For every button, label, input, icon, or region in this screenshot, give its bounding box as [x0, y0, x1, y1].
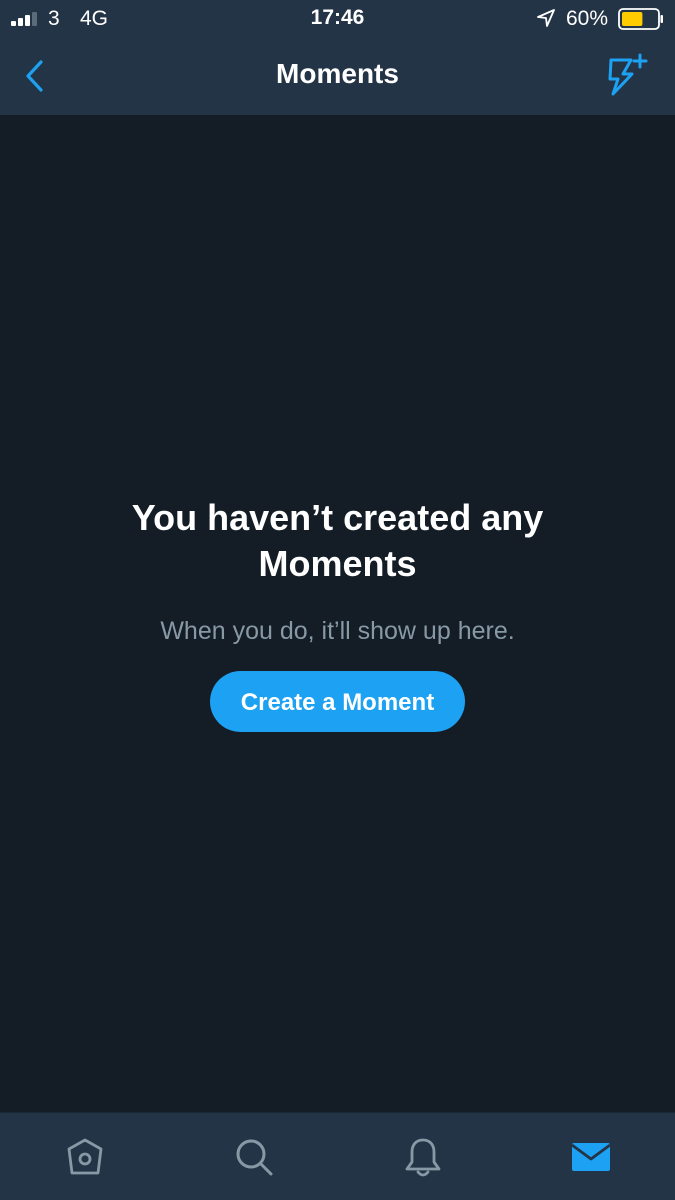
home-icon — [67, 1138, 103, 1175]
tab-messages[interactable] — [569, 1135, 613, 1179]
status-bar: 3 4G 17:46 60% — [0, 0, 675, 38]
messages-icon — [571, 1143, 611, 1171]
tab-bar — [0, 1112, 675, 1200]
empty-state-title: You haven’t created any Moments — [131, 497, 544, 584]
chevron-left-icon — [26, 60, 43, 92]
battery-icon — [618, 8, 663, 30]
page-title: Moments — [276, 58, 399, 89]
create-moment-button[interactable]: Create a Moment — [210, 671, 465, 732]
back-button[interactable] — [16, 56, 56, 96]
header: 3 4G 17:46 60% Moments — [0, 0, 675, 115]
navigation-bar: Moments — [0, 38, 675, 115]
empty-state-subtitle: When you do, it’ll show up here. — [160, 617, 515, 645]
lightning-plus-icon — [608, 53, 648, 96]
new-moment-button[interactable] — [600, 50, 652, 102]
tab-notifications[interactable] — [401, 1135, 445, 1179]
empty-state: You haven’t created any Moments When you… — [0, 495, 675, 732]
moments-screen: 3 4G 17:46 60% Moments You haven’t creat… — [0, 0, 675, 1200]
battery-percent: 60% — [566, 7, 609, 30]
location-arrow-icon — [537, 9, 555, 27]
search-icon — [236, 1139, 273, 1176]
notifications-icon — [405, 1138, 441, 1177]
tab-home[interactable] — [63, 1135, 107, 1179]
tab-search[interactable] — [232, 1135, 276, 1179]
